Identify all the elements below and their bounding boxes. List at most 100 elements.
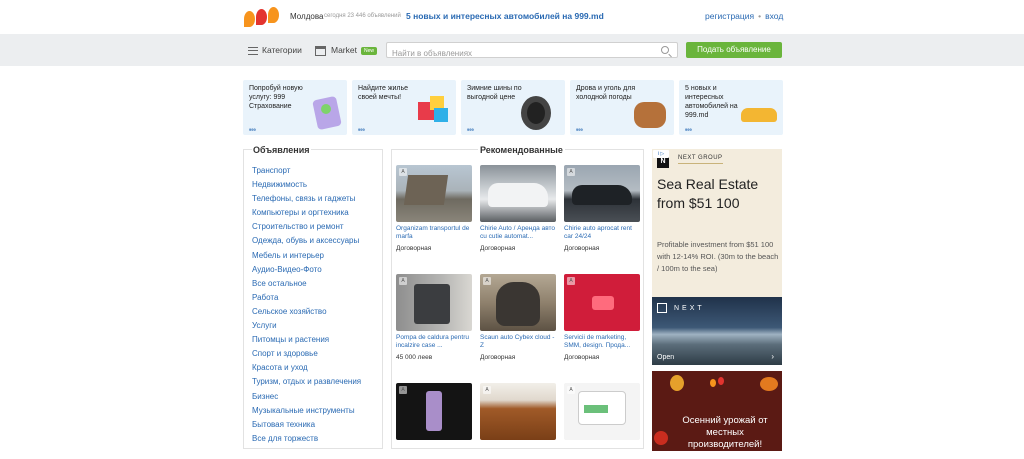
- ad-headline: Sea Real Estate from $51 100: [657, 176, 759, 211]
- category-item[interactable]: Строительство и ремонт: [252, 220, 361, 234]
- market-label: Market: [331, 45, 357, 55]
- listing-title[interactable]: [396, 443, 472, 459]
- categories-title: Объявления: [252, 145, 311, 155]
- car-icon: [741, 108, 777, 122]
- logo-icon: [710, 379, 716, 387]
- listing-badge: A: [567, 277, 575, 285]
- ad-brand: NEXT GROUP: [678, 155, 723, 164]
- ad-info-icon[interactable]: i ▷: [653, 150, 669, 158]
- listing-badge: A: [399, 386, 407, 394]
- category-item[interactable]: Услуги: [252, 319, 361, 333]
- listing-title[interactable]: Scaun auto Cybex cloud -Z: [480, 334, 556, 350]
- listing-price: Договорная: [564, 354, 600, 361]
- ad-body: Profitable investment from $51 100 with …: [657, 240, 779, 273]
- listing-badge: A: [483, 277, 491, 285]
- listing-title[interactable]: Pompa de caldura pentru incalzire case .…: [396, 334, 472, 350]
- banner-firewood[interactable]: Дрова и уголь для холодной погоды 999: [570, 80, 674, 135]
- next-logo-icon: [657, 303, 667, 313]
- category-item[interactable]: Сельское хозяйство: [252, 305, 361, 319]
- banner-housing[interactable]: Найдите жилье своей мечты! 999: [352, 80, 456, 135]
- category-item[interactable]: Одежда, обувь и аксессуары: [252, 234, 361, 248]
- banner-brand: 999: [576, 127, 583, 132]
- check-icon: [321, 104, 331, 114]
- category-item[interactable]: Питомцы и растения: [252, 333, 361, 347]
- market-button[interactable]: Market New: [315, 45, 377, 56]
- listing-price: 45 000 леев: [396, 354, 433, 361]
- new-badge: New: [360, 46, 377, 55]
- apple-icon: [654, 431, 668, 445]
- category-item[interactable]: Музыкальные инструменты: [252, 404, 361, 418]
- pear-icon: [670, 375, 684, 391]
- menu-icon: [248, 46, 258, 55]
- category-item[interactable]: Все для торжеств: [252, 432, 361, 446]
- pumpkin-icon: [760, 377, 778, 391]
- listing-badge: A: [399, 168, 407, 176]
- logo-icon: [718, 377, 724, 385]
- category-item[interactable]: Все остальное: [252, 277, 361, 291]
- register-link[interactable]: регистрация: [705, 11, 754, 21]
- category-item[interactable]: Бытовая техника: [252, 418, 361, 432]
- listing-photo: [396, 165, 472, 222]
- category-item[interactable]: Бизнес: [252, 390, 361, 404]
- banner-brand: 999: [467, 127, 474, 132]
- top-header: Молдова сегодня 23 446 объявлений 5 новы…: [0, 0, 1024, 34]
- listing-badge: A: [567, 168, 575, 176]
- banner-brand: 999: [358, 127, 365, 132]
- listing-photo: [396, 383, 472, 440]
- listing-price: Договорная: [564, 245, 600, 252]
- search-box: [386, 42, 678, 61]
- category-item[interactable]: Мебель и интерьер: [252, 249, 361, 263]
- category-item[interactable]: Недвижимость: [252, 178, 361, 192]
- chevron-right-icon[interactable]: ›: [771, 352, 774, 361]
- categories-button[interactable]: Категории: [248, 45, 302, 55]
- region-selector[interactable]: Молдова: [290, 12, 323, 21]
- listing-badge: A: [483, 386, 491, 394]
- category-item[interactable]: Транспорт: [252, 164, 361, 178]
- listing-photo: [564, 274, 640, 331]
- category-item[interactable]: Аудио-Видео-Фото: [252, 263, 361, 277]
- separator: •: [758, 11, 762, 21]
- categories-label: Категории: [262, 45, 302, 55]
- firewood-icon: [634, 102, 666, 128]
- listing-photo: [480, 383, 556, 440]
- shop-icon: [315, 45, 326, 56]
- banner-title: Попробуй новую услугу: 999 Страхование: [249, 85, 303, 110]
- banner-tires[interactable]: Зимние шины по выгодной цене 999: [461, 80, 565, 135]
- site-logo[interactable]: [244, 5, 284, 29]
- ad-image-brand: NEXT: [674, 305, 705, 312]
- listing-title[interactable]: Chirie auto aprocat rent car 24/24: [564, 225, 640, 241]
- listing-title[interactable]: Chirie Auto / Аренда авто cu cutie autom…: [480, 225, 556, 241]
- toolbar: Категории MarketNew Подать объявление: [0, 34, 1024, 66]
- category-item[interactable]: Телефоны, связь и гаджеты: [252, 192, 361, 206]
- banner-title: Дрова и уголь для холодной погоды: [576, 85, 636, 101]
- promo-link[interactable]: 5 новых и интересных автомобилей на 999.…: [406, 11, 604, 21]
- listing-title[interactable]: [564, 443, 640, 459]
- listing-price: Договорная: [480, 354, 516, 361]
- category-item[interactable]: Красота и уход: [252, 361, 361, 375]
- ad-open-button[interactable]: Open: [657, 354, 674, 361]
- banner-brand: 999: [685, 127, 692, 132]
- search-input[interactable]: [387, 46, 637, 61]
- search-icon[interactable]: [661, 46, 669, 54]
- listing-price: Договорная: [480, 245, 516, 252]
- listing-title[interactable]: Organizam transportul de marfa: [396, 225, 472, 241]
- ad-next-group[interactable]: N NEXT GROUP Sea Real Estate from $51 10…: [652, 149, 782, 365]
- promo-banners: Попробуй новую услугу: 999 Страхование 9…: [243, 80, 783, 135]
- banner-cars[interactable]: 5 новых и интересных автомобилей на 999.…: [679, 80, 783, 135]
- category-item[interactable]: Работа: [252, 291, 361, 305]
- listing-badge: A: [567, 386, 575, 394]
- recommended-panel: Рекомендованные A Organizam transportul …: [391, 145, 644, 449]
- listing-photo: [564, 165, 640, 222]
- category-item[interactable]: Туризм, отдых и развлечения: [252, 375, 361, 389]
- post-ad-button[interactable]: Подать объявление: [686, 42, 782, 58]
- listing-title[interactable]: Servicii de marketing, SMM, design. Прод…: [564, 334, 640, 350]
- category-item[interactable]: Спорт и здоровье: [252, 347, 361, 361]
- listing-title[interactable]: [480, 443, 556, 459]
- ads-count: сегодня 23 446 объявлений: [324, 13, 401, 19]
- ad-image: NEXT Open ›: [652, 297, 782, 365]
- login-link[interactable]: вход: [765, 11, 783, 21]
- category-item[interactable]: Компьютеры и оргтехника: [252, 206, 361, 220]
- recommended-title: Рекомендованные: [478, 145, 565, 155]
- ad-harvest[interactable]: Осенний урожай от местных производителей…: [652, 371, 782, 451]
- banner-insurance[interactable]: Попробуй новую услугу: 999 Страхование 9…: [243, 80, 347, 135]
